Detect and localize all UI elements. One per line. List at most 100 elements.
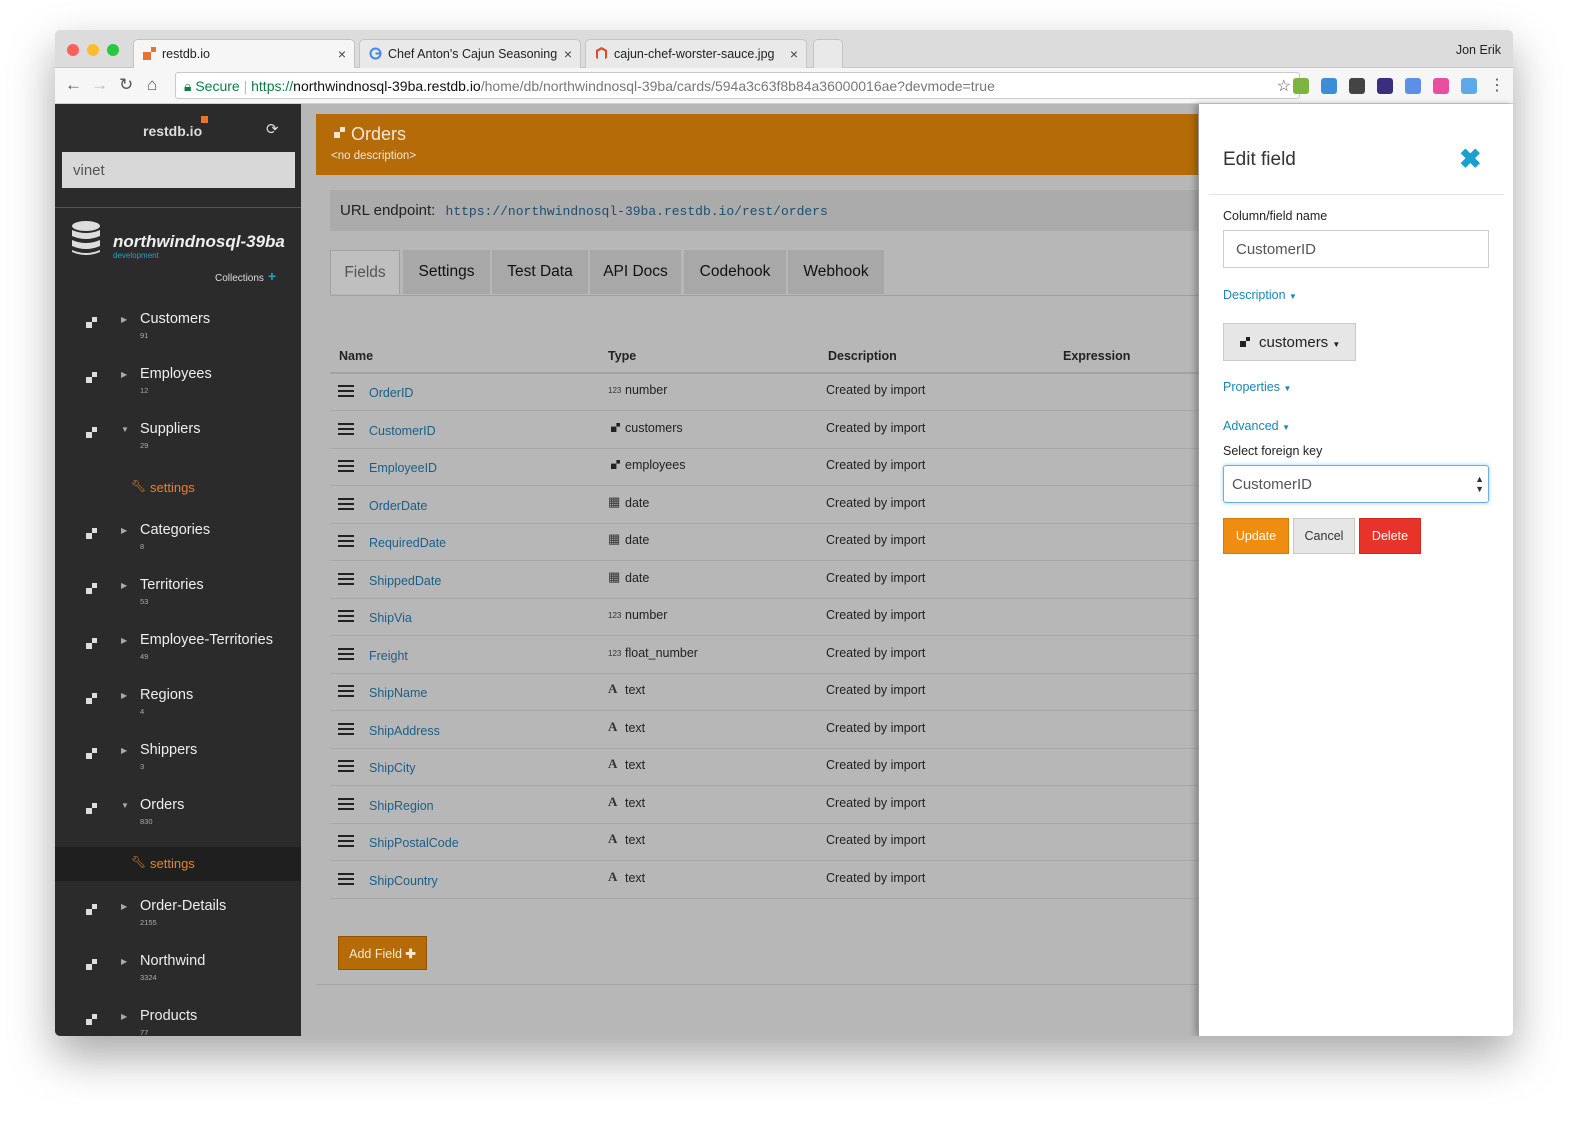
field-name-link[interactable]: ShipAddress bbox=[369, 724, 440, 738]
tab-api-docs[interactable]: API Docs bbox=[590, 250, 681, 294]
field-name-link[interactable]: CustomerID bbox=[369, 424, 436, 438]
close-tab-icon[interactable]: × bbox=[338, 46, 346, 62]
home-icon[interactable]: ⌂ bbox=[147, 75, 157, 95]
field-name-link[interactable]: ShipPostalCode bbox=[369, 836, 459, 850]
drag-handle-icon[interactable] bbox=[338, 460, 354, 472]
search-input[interactable] bbox=[62, 152, 295, 188]
tab-codehook[interactable]: Codehook bbox=[684, 250, 786, 294]
sidebar-item-territories[interactable]: ▶ Territories 53 bbox=[55, 577, 301, 627]
field-name-link[interactable]: ShipCountry bbox=[369, 874, 438, 888]
caret-down-icon[interactable]: ▼ bbox=[121, 425, 129, 434]
caret-down-icon[interactable]: ▼ bbox=[121, 801, 129, 810]
tab-settings[interactable]: Settings bbox=[403, 250, 490, 294]
tab-test-data[interactable]: Test Data bbox=[492, 250, 588, 294]
drag-handle-icon[interactable] bbox=[338, 422, 354, 435]
sidebar-item-customers[interactable]: ▶ Customers 91 bbox=[55, 311, 301, 361]
sidebar-item-employee-territories[interactable]: ▶ Employee-Territories 49 bbox=[55, 632, 301, 682]
reference-type-dropdown[interactable]: customers ▼ bbox=[1223, 323, 1356, 361]
tab-webhook[interactable]: Webhook bbox=[788, 250, 884, 294]
extension-icon-7[interactable] bbox=[1461, 78, 1477, 94]
sidebar-settings-orders[interactable]: 🔧︎ settings bbox=[55, 847, 301, 881]
caret-right-icon[interactable]: ▶ bbox=[121, 636, 127, 645]
extension-icon-1[interactable] bbox=[1293, 78, 1309, 94]
properties-toggle[interactable]: Properties ▼ bbox=[1223, 380, 1291, 394]
new-tab-button[interactable] bbox=[813, 39, 843, 68]
field-name-link[interactable]: Freight bbox=[369, 649, 408, 663]
sidebar-item-categories[interactable]: ▶ Categories 8 bbox=[55, 522, 301, 572]
field-name-link[interactable]: ShipCity bbox=[369, 761, 416, 775]
caret-right-icon[interactable]: ▶ bbox=[121, 1012, 127, 1021]
caret-right-icon[interactable]: ▶ bbox=[121, 746, 127, 755]
close-tab-icon[interactable]: × bbox=[790, 46, 798, 62]
close-icon[interactable]: ✖ bbox=[1459, 144, 1482, 175]
bookmark-star-icon[interactable]: ☆ bbox=[1277, 76, 1291, 96]
field-name-link[interactable]: OrderDate bbox=[369, 499, 427, 513]
reload-icon[interactable]: ↻ bbox=[119, 75, 133, 95]
drag-handle-icon[interactable] bbox=[338, 872, 354, 885]
sidebar-item-products[interactable]: ▶ Products 77 bbox=[55, 1008, 301, 1036]
sidebar-item-regions[interactable]: ▶ Regions 4 bbox=[55, 687, 301, 737]
close-tab-icon[interactable]: × bbox=[564, 46, 572, 62]
menu-kebab-icon[interactable]: ⋮ bbox=[1489, 75, 1505, 95]
endpoint-url[interactable]: https://northwindnosql-39ba.restdb.io/re… bbox=[446, 204, 828, 219]
address-bar[interactable]: 🔒︎ Secure | https://northwindnosql-39ba.… bbox=[175, 72, 1300, 99]
foreign-key-select[interactable]: CustomerID ▲ ▼ bbox=[1223, 465, 1489, 503]
drag-handle-icon[interactable] bbox=[338, 572, 354, 585]
sidebar-item-orders[interactable]: ▼ Orders 830 bbox=[55, 797, 301, 847]
drag-handle-icon[interactable] bbox=[338, 497, 354, 510]
page-description[interactable]: <no description> bbox=[331, 150, 416, 162]
caret-right-icon[interactable]: ▶ bbox=[121, 902, 127, 911]
update-button[interactable]: Update bbox=[1223, 518, 1289, 554]
sidebar-item-order-details[interactable]: ▶ Order-Details 2155 bbox=[55, 898, 301, 948]
drag-handle-icon[interactable] bbox=[338, 685, 354, 697]
field-name-link[interactable]: EmployeeID bbox=[369, 461, 437, 475]
field-name-link[interactable]: ShipRegion bbox=[369, 799, 434, 813]
translate-icon[interactable] bbox=[1405, 78, 1421, 94]
refresh-icon[interactable]: ⟳ bbox=[266, 120, 279, 138]
drag-handle-icon[interactable] bbox=[338, 385, 354, 397]
browser-tab-restdb[interactable]: restdb.io × bbox=[133, 39, 355, 68]
extension-icon-6[interactable] bbox=[1433, 78, 1449, 94]
add-collection-icon[interactable]: + bbox=[268, 268, 276, 284]
drag-handle-icon[interactable] bbox=[338, 535, 354, 547]
extension-icon-4[interactable] bbox=[1377, 78, 1393, 94]
field-name-input[interactable]: CustomerID bbox=[1223, 230, 1489, 268]
field-name-link[interactable]: ShipName bbox=[369, 686, 427, 700]
drag-handle-icon[interactable] bbox=[338, 760, 354, 772]
field-name-link[interactable]: ShippedDate bbox=[369, 574, 441, 588]
drag-handle-icon[interactable] bbox=[338, 722, 354, 735]
caret-right-icon[interactable]: ▶ bbox=[121, 957, 127, 966]
profile-name[interactable]: Jon Erik bbox=[1456, 43, 1501, 57]
database-name[interactable]: northwindnosql-39ba bbox=[113, 232, 285, 252]
caret-right-icon[interactable]: ▶ bbox=[121, 370, 127, 379]
delete-button[interactable]: Delete bbox=[1359, 518, 1421, 554]
extension-icon-3[interactable] bbox=[1349, 78, 1365, 94]
field-name-link[interactable]: OrderID bbox=[369, 386, 413, 400]
caret-right-icon[interactable]: ▶ bbox=[121, 526, 127, 535]
caret-right-icon[interactable]: ▶ bbox=[121, 581, 127, 590]
extension-icon-2[interactable] bbox=[1321, 78, 1337, 94]
cancel-button[interactable]: Cancel bbox=[1293, 518, 1355, 554]
tab-fields[interactable]: Fields bbox=[330, 250, 400, 294]
sidebar-item-shippers[interactable]: ▶ Shippers 3 bbox=[55, 742, 301, 792]
browser-tab-sauce-image[interactable]: cajun-chef-worster-sauce.jpg × bbox=[585, 39, 807, 68]
sidebar-settings-suppliers[interactable]: 🔧︎ settings bbox=[55, 471, 301, 505]
field-name-link[interactable]: RequiredDate bbox=[369, 536, 446, 550]
close-window-icon[interactable] bbox=[67, 44, 79, 56]
sidebar-item-northwind[interactable]: ▶ Northwind 3324 bbox=[55, 953, 301, 1003]
drag-handle-icon[interactable] bbox=[338, 610, 354, 622]
add-field-button[interactable]: Add Field ✚ bbox=[338, 936, 427, 970]
advanced-toggle[interactable]: Advanced ▼ bbox=[1223, 419, 1290, 433]
browser-tab-chef-anton[interactable]: Chef Anton's Cajun Seasoning × bbox=[359, 39, 581, 68]
caret-right-icon[interactable]: ▶ bbox=[121, 315, 127, 324]
minimize-window-icon[interactable] bbox=[87, 44, 99, 56]
description-toggle[interactable]: Description ▼ bbox=[1223, 288, 1297, 302]
caret-right-icon[interactable]: ▶ bbox=[121, 691, 127, 700]
sidebar-item-suppliers[interactable]: ▼ Suppliers 29 bbox=[55, 421, 301, 471]
brand-logo[interactable]: restdb.io bbox=[143, 123, 202, 139]
drag-handle-icon[interactable] bbox=[338, 647, 354, 660]
field-name-link[interactable]: ShipVia bbox=[369, 611, 412, 625]
sidebar-item-employees[interactable]: ▶ Employees 12 bbox=[55, 366, 301, 416]
back-icon[interactable]: ← bbox=[65, 75, 82, 95]
drag-handle-icon[interactable] bbox=[338, 797, 354, 810]
